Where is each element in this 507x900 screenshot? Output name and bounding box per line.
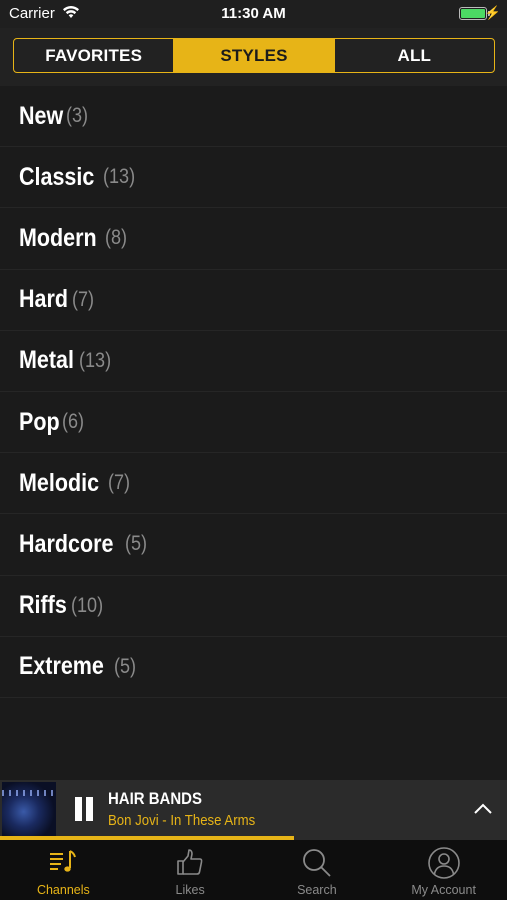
tab-label: Search xyxy=(297,883,337,897)
album-art xyxy=(2,782,56,836)
status-time: 11:30 AM xyxy=(221,5,286,22)
thumbs-up-icon xyxy=(173,846,207,880)
tab-search[interactable]: Search xyxy=(254,840,381,900)
segment-favorites[interactable]: FAVORITES xyxy=(14,39,173,72)
styles-list: New (3) Classic (13) Modern (8) Hard (7) Met… xyxy=(0,86,507,698)
channels-icon xyxy=(46,846,80,880)
style-count: (8) xyxy=(105,226,128,250)
list-item[interactable]: Hard (7) xyxy=(0,270,507,331)
tab-likes[interactable]: Likes xyxy=(127,840,254,900)
style-name: Pop xyxy=(19,407,60,436)
list-item[interactable]: Hardcore (5) xyxy=(0,514,507,576)
style-count: (13) xyxy=(102,165,135,189)
list-item[interactable]: Riffs (10) xyxy=(0,576,507,637)
list-item[interactable]: Metal (13) xyxy=(0,331,507,392)
battery-icon xyxy=(459,7,487,20)
list-item[interactable]: Extreme (5) xyxy=(0,637,507,698)
list-item[interactable]: Classic (13) xyxy=(0,147,507,209)
player-track-title: Bon Jovi - In These Arms xyxy=(108,812,256,829)
tab-bar: Channels Likes Search My Account xyxy=(0,840,507,900)
search-icon xyxy=(300,846,334,880)
style-name: Classic xyxy=(19,162,95,191)
segment-bar: FAVORITES STYLES ALL xyxy=(0,28,507,86)
tab-my-account[interactable]: My Account xyxy=(380,840,507,900)
style-name: Hard xyxy=(19,285,68,314)
style-name: Extreme xyxy=(19,652,104,681)
account-icon xyxy=(427,846,461,880)
tab-channels[interactable]: Channels xyxy=(0,840,127,900)
style-count: (10) xyxy=(70,593,103,617)
list-item[interactable]: Melodic (7) xyxy=(0,453,507,515)
style-name: Melodic xyxy=(19,468,100,497)
mini-player[interactable]: HAIR BANDS Bon Jovi - In These Arms xyxy=(0,780,507,838)
style-name: New xyxy=(19,101,64,130)
style-count: (5) xyxy=(124,532,147,556)
tab-label: Channels xyxy=(36,883,90,897)
style-name: Riffs xyxy=(19,591,67,620)
style-name: Hardcore xyxy=(19,529,114,558)
style-count: (13) xyxy=(78,348,112,372)
chevron-up-icon[interactable] xyxy=(471,797,495,821)
tab-label: Likes xyxy=(175,883,205,897)
style-count: (7) xyxy=(108,471,131,495)
tab-label: My Account xyxy=(411,883,476,897)
player-channel-name: HAIR BANDS xyxy=(108,789,202,808)
status-bar: Carrier 11:30 AM ⚡ xyxy=(0,0,507,28)
style-name: Modern xyxy=(19,223,97,252)
style-count: (5) xyxy=(113,654,136,678)
style-count: (7) xyxy=(71,287,95,311)
list-item[interactable]: Pop (6) xyxy=(0,392,507,454)
style-count: (6) xyxy=(62,410,85,434)
list-item[interactable]: Modern (8) xyxy=(0,208,507,270)
segment-styles[interactable]: STYLES xyxy=(173,39,334,72)
segmented-control: FAVORITES STYLES ALL xyxy=(13,38,495,73)
style-count: (3) xyxy=(66,104,89,128)
charging-bolt-icon: ⚡ xyxy=(484,5,501,20)
list-item[interactable]: New (3) xyxy=(0,86,507,148)
segment-all[interactable]: ALL xyxy=(333,39,494,72)
pause-icon[interactable] xyxy=(73,797,95,821)
style-name: Metal xyxy=(19,346,74,375)
